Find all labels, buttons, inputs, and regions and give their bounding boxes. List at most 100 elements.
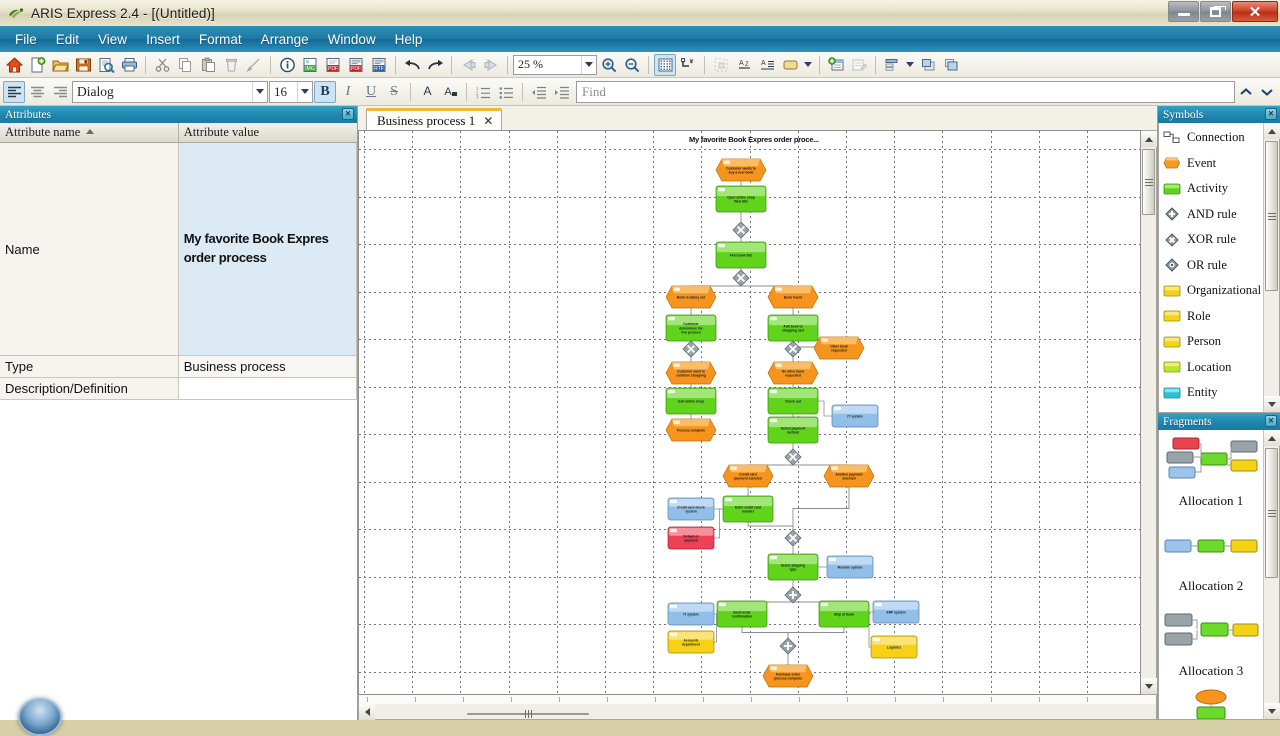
align-objects-icon[interactable] <box>710 54 732 76</box>
vertical-scroll-track[interactable] <box>1141 147 1156 678</box>
diagram-node-system[interactable]: IT system <box>668 603 714 625</box>
diagram-node-xor[interactable] <box>733 222 749 238</box>
attribute-value-description[interactable] <box>178 378 356 400</box>
arrange-chevron-down-icon[interactable] <box>904 54 916 76</box>
symbol-item-or-rule[interactable]: OR rule <box>1159 253 1263 279</box>
menu-item-view[interactable]: View <box>89 29 136 50</box>
highlight-color-icon[interactable]: A <box>439 81 461 103</box>
chevron-down-icon[interactable] <box>297 82 312 102</box>
delete-trash-icon[interactable] <box>220 54 242 76</box>
diagram-node-activity[interactable]: Enter credit cardnumber <box>723 496 773 522</box>
decrease-indent-icon[interactable] <box>528 81 550 103</box>
diagram-node-activity[interactable]: Ship of book <box>819 601 869 627</box>
diagram-node-and[interactable] <box>780 638 796 654</box>
font-color-icon[interactable]: A <box>416 81 438 103</box>
find-previous-icon[interactable] <box>1236 81 1256 103</box>
fragment-item-allocation-1[interactable]: Allocation 1 <box>1159 434 1263 515</box>
edit-model-icon[interactable] <box>848 54 870 76</box>
scroll-up-button[interactable] <box>1264 123 1280 139</box>
diagram-node-event[interactable]: Process complete <box>666 419 716 441</box>
diagram-node-event[interactable]: Purchase orderprocess complete <box>763 665 813 687</box>
snap-to-grid-icon[interactable] <box>677 54 699 76</box>
menu-item-format[interactable]: Format <box>190 29 251 50</box>
diagram-node-activity[interactable]: Exit online shop <box>666 388 716 414</box>
zoom-level-combo[interactable]: 25 % <box>513 55 597 75</box>
diagram-node-and[interactable] <box>785 587 801 603</box>
menu-item-help[interactable]: Help <box>386 29 432 50</box>
fragment-item-allocation-2[interactable]: Allocation 2 <box>1159 519 1263 600</box>
diagram-node-activity[interactable]: Select paymentmethod <box>768 417 818 443</box>
menu-item-arrange[interactable]: Arrange <box>252 29 318 50</box>
diagram-node-risk[interactable]: Default ofpayment <box>668 527 714 549</box>
symbols-scroll-track[interactable] <box>1264 139 1279 396</box>
align-right-icon[interactable] <box>49 81 71 103</box>
arrange-layout-icon[interactable] <box>881 54 903 76</box>
diagram-node-event[interactable]: Book found <box>768 286 818 308</box>
symbol-item-connection[interactable]: Connection <box>1159 125 1263 151</box>
horizontal-scroll-thumb[interactable] <box>467 713 589 715</box>
open-folder-icon[interactable] <box>49 54 71 76</box>
scroll-up-button[interactable] <box>1264 430 1280 446</box>
bring-to-front-icon[interactable] <box>917 54 939 76</box>
fill-color-chevron-down-icon[interactable] <box>802 54 814 76</box>
symbol-item-organizational[interactable]: Organizational <box>1159 278 1263 304</box>
menu-item-window[interactable]: Window <box>319 29 385 50</box>
undo-icon[interactable] <box>401 54 423 76</box>
chevron-down-icon[interactable] <box>581 56 596 74</box>
diagram-node-event[interactable]: Credit cardpayment selected <box>723 465 773 487</box>
fill-color-icon[interactable] <box>779 54 801 76</box>
align-center-icon[interactable] <box>26 81 48 103</box>
symbols-scroll-thumb[interactable] <box>1265 141 1278 291</box>
diagram-node-activity[interactable]: Send orderconfirmation <box>717 601 767 627</box>
column-header-attribute-name[interactable]: Attribute name <box>0 123 178 143</box>
export-pdf-report-icon[interactable]: PDF <box>345 54 367 76</box>
minimize-button[interactable] <box>1168 1 1199 22</box>
export-img-icon[interactable]: IMG <box>299 54 321 76</box>
zoom-in-icon[interactable] <box>598 54 620 76</box>
search-input[interactable]: Find <box>576 81 1235 103</box>
menu-item-insert[interactable]: Insert <box>137 29 189 50</box>
diagram-node-role[interactable]: Accountsdepartment <box>668 631 714 653</box>
diagram-node-activity[interactable]: Find book title <box>716 242 766 268</box>
new-document-icon[interactable] <box>26 54 48 76</box>
format-painter-icon[interactable] <box>243 54 265 76</box>
scroll-down-button[interactable] <box>1264 703 1280 719</box>
fragments-scrollbar[interactable] <box>1263 430 1279 719</box>
font-size-combo[interactable]: 16 <box>269 81 313 103</box>
home-icon[interactable] <box>3 54 25 76</box>
diagram-node-event[interactable]: No other bookrequested <box>768 362 818 384</box>
fragments-scroll-track[interactable] <box>1264 446 1279 703</box>
diagram-node-xor[interactable] <box>785 341 801 357</box>
redo-icon[interactable] <box>424 54 446 76</box>
diagram-node-system[interactable]: ERP system <box>873 601 919 623</box>
chevron-down-icon[interactable] <box>252 82 267 102</box>
canvas-vertical-scrollbar[interactable] <box>1141 130 1157 695</box>
strikethrough-icon[interactable]: S <box>383 81 405 103</box>
diagram-node-event[interactable]: Customer want tocontinue shopping <box>666 362 716 384</box>
scroll-down-button[interactable] <box>1141 678 1157 694</box>
diagram-node-xor[interactable] <box>785 530 801 546</box>
diagram-node-xor[interactable] <box>733 270 749 286</box>
bulleted-list-icon[interactable] <box>495 81 517 103</box>
restore-button[interactable] <box>1200 1 1231 22</box>
diagram-node-activity[interactable]: Open online shopWeb Site <box>716 186 766 212</box>
italic-icon[interactable]: I <box>337 81 359 103</box>
copy-icon[interactable] <box>174 54 196 76</box>
close-icon[interactable]: ✕ <box>1265 415 1277 427</box>
menu-item-edit[interactable]: Edit <box>47 29 88 50</box>
fragments-scroll-thumb[interactable] <box>1265 448 1278 578</box>
tab-business-process-1[interactable]: Business process 1 ✕ <box>366 108 502 130</box>
increase-indent-icon[interactable] <box>551 81 573 103</box>
diagram-node-system[interactable]: Credit card checksystem <box>668 498 714 520</box>
diagram-node-system[interactable]: IT system <box>832 405 878 427</box>
symbol-item-entity[interactable]: Entity <box>1159 380 1263 406</box>
diagram-canvas[interactable]: My favorite Book Expres order proce... C… <box>358 130 1141 695</box>
symbol-item-xor-rule[interactable]: XOR rule <box>1159 227 1263 253</box>
scroll-down-button[interactable] <box>1264 396 1280 412</box>
symbols-scrollbar[interactable] <box>1263 123 1279 412</box>
save-icon[interactable] <box>72 54 94 76</box>
align-left-icon[interactable] <box>3 81 25 103</box>
close-button[interactable]: ✕ <box>1232 1 1278 22</box>
scroll-up-button[interactable] <box>1141 131 1157 147</box>
paste-icon[interactable] <box>197 54 219 76</box>
